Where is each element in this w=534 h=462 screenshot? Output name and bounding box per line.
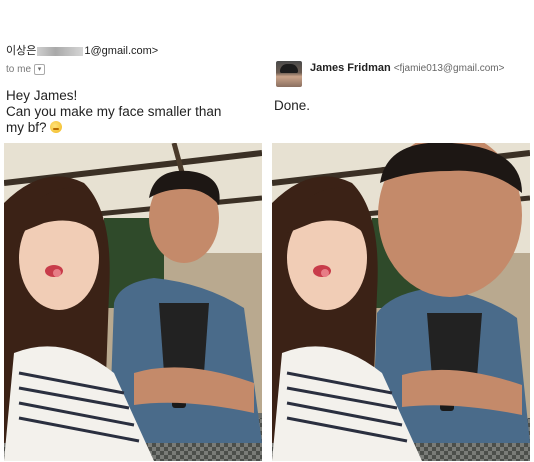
message-line-2: Can you make my face smaller than bbox=[6, 104, 222, 119]
request-message: Hey James! Can you make my face smaller … bbox=[6, 88, 256, 136]
redacted-email bbox=[37, 46, 84, 56]
reply-sender: James Fridman <fjamie013@gmail.com> bbox=[310, 62, 504, 74]
reply-sender-email: <fjamie013@gmail.com> bbox=[393, 63, 505, 74]
sender-email-suffix: 1@gmail.com> bbox=[84, 45, 159, 57]
message-line-3: my bf? bbox=[6, 120, 47, 135]
grimace-emoji-icon bbox=[50, 121, 63, 133]
message-line-1: Hey James! bbox=[6, 88, 78, 103]
chevron-down-icon: ▾ bbox=[37, 66, 42, 73]
recipient-details-dropdown[interactable]: ▾ bbox=[34, 64, 46, 75]
avatar[interactable] bbox=[276, 61, 302, 87]
recipient-label: to me bbox=[6, 64, 32, 76]
original-photo bbox=[4, 143, 262, 461]
edited-photo bbox=[272, 143, 530, 461]
sender-line: 이상은 1@gmail.com> bbox=[6, 42, 158, 58]
sender-name: 이상은 bbox=[6, 45, 37, 57]
reply-message: Done. bbox=[274, 98, 311, 113]
recipient-line: to me ▾ bbox=[6, 64, 46, 76]
reply-sender-name: James Fridman bbox=[310, 62, 391, 74]
